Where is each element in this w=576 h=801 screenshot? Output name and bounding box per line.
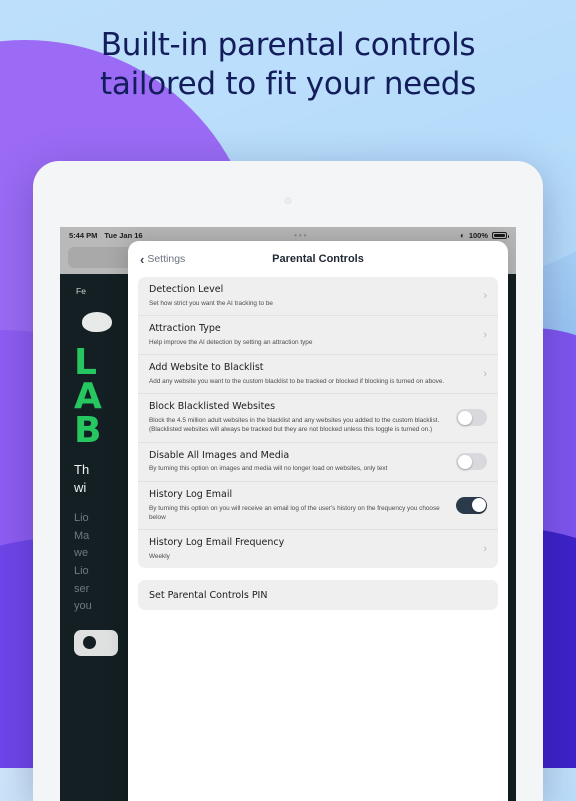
row-text: Disable All Images and Media By turning …: [149, 450, 448, 474]
settings-row-add-website-blacklist[interactable]: Add Website to Blacklist Add any website…: [138, 355, 498, 395]
lion-logo: [82, 312, 112, 332]
chevron-left-icon: ‹: [140, 251, 145, 267]
row-title: Attraction Type: [149, 323, 221, 335]
app-store-badge[interactable]: [74, 629, 118, 656]
back-button-label: Settings: [147, 253, 186, 265]
camera-icon: [284, 197, 292, 204]
wifi-icon: ◐: [459, 231, 465, 240]
row-subtitle: Weekly: [149, 552, 170, 560]
modal-header: ‹ Settings Parental Controls: [128, 241, 508, 277]
settings-row-detection-level[interactable]: Detection Level Set how strict you want …: [138, 277, 498, 317]
row-title: Block Blacklisted Websites: [149, 401, 276, 413]
chevron-right-icon: ›: [483, 289, 487, 302]
page-headline: Built-in parental controls tailored to f…: [0, 26, 576, 104]
row-text: History Log Email By turning this option…: [149, 489, 448, 522]
status-date: Tue Jan 16: [104, 231, 143, 240]
settings-row-block-blacklisted-websites[interactable]: Block Blacklisted Websites Block the 4.5…: [138, 394, 498, 443]
row-title: Disable All Images and Media: [149, 449, 290, 461]
back-button[interactable]: ‹ Settings: [140, 253, 185, 266]
row-subtitle: Set how strict you want the AI tracking …: [149, 299, 273, 307]
status-bar-left: 5:44 PM Tue Jan 16: [69, 231, 143, 240]
row-text: Attraction Type Help improve the AI dete…: [149, 323, 475, 347]
status-time: 5:44 PM: [69, 231, 98, 240]
battery-percent-label: 100%: [468, 231, 488, 240]
row-subtitle: By turning this option on images and med…: [149, 465, 388, 473]
row-subtitle: Block the 4.5 million adult websites in …: [149, 417, 440, 434]
headline-line-1: Built-in parental controls: [100, 27, 476, 63]
row-text: Detection Level Set how strict you want …: [149, 284, 475, 308]
row-text: Block Blacklisted Websites Block the 4.5…: [149, 401, 448, 434]
status-bar-right: ◐ 100%: [459, 231, 509, 240]
row-subtitle: By turning this option on you will recei…: [149, 504, 440, 521]
chevron-right-icon: ›: [483, 328, 487, 341]
parental-controls-modal: ‹ Settings Parental Controls Detection L…: [128, 241, 508, 801]
settings-group-main: Detection Level Set how strict you want …: [138, 277, 498, 569]
toggle-disable-images-media[interactable]: [456, 453, 487, 471]
settings-group-pin: Set Parental Controls PIN: [138, 580, 498, 611]
chevron-right-icon: ›: [483, 367, 487, 380]
nav-left-label[interactable]: Fe: [76, 286, 86, 296]
settings-row-disable-images-media[interactable]: Disable All Images and Media By turning …: [138, 443, 498, 482]
set-pin-label: Set Parental Controls PIN: [149, 589, 268, 601]
tablet-device-mockup: 5:44 PM Tue Jan 16 ••• ◐ 100% lionbrowse…: [33, 161, 543, 801]
headline-line-2: tailored to fit your needs: [100, 65, 476, 102]
toggle-history-log-email[interactable]: [456, 496, 487, 514]
row-text: Add Website to Blacklist Add any website…: [149, 362, 475, 386]
row-title: Detection Level: [149, 284, 224, 295]
row-text: History Log Email Frequency Weekly: [149, 537, 475, 561]
battery-icon: [492, 232, 509, 239]
status-center-dots: •••: [294, 231, 309, 240]
row-title: History Log Email: [149, 488, 233, 500]
row-subtitle: Help improve the AI detection by setting…: [149, 338, 313, 346]
device-screen: 5:44 PM Tue Jan 16 ••• ◐ 100% lionbrowse…: [60, 227, 516, 801]
row-title: History Log Email Frequency: [149, 537, 285, 549]
toggle-knob: [457, 410, 472, 425]
settings-row-history-log-email[interactable]: History Log Email By turning this option…: [138, 482, 498, 531]
settings-row-attraction-type[interactable]: Attraction Type Help improve the AI dete…: [138, 316, 498, 356]
row-subtitle: Add any website you want to the custom b…: [149, 378, 445, 385]
toggle-block-blacklisted-websites[interactable]: [456, 409, 487, 427]
row-title: Add Website to Blacklist: [149, 362, 264, 374]
settings-row-set-pin[interactable]: Set Parental Controls PIN: [138, 580, 498, 610]
settings-row-history-log-email-frequency[interactable]: History Log Email Frequency Weekly ›: [138, 530, 498, 568]
toggle-knob: [471, 498, 486, 513]
modal-body: Detection Level Set how strict you want …: [128, 277, 508, 801]
chevron-right-icon: ›: [483, 542, 487, 555]
toggle-knob: [457, 454, 472, 469]
